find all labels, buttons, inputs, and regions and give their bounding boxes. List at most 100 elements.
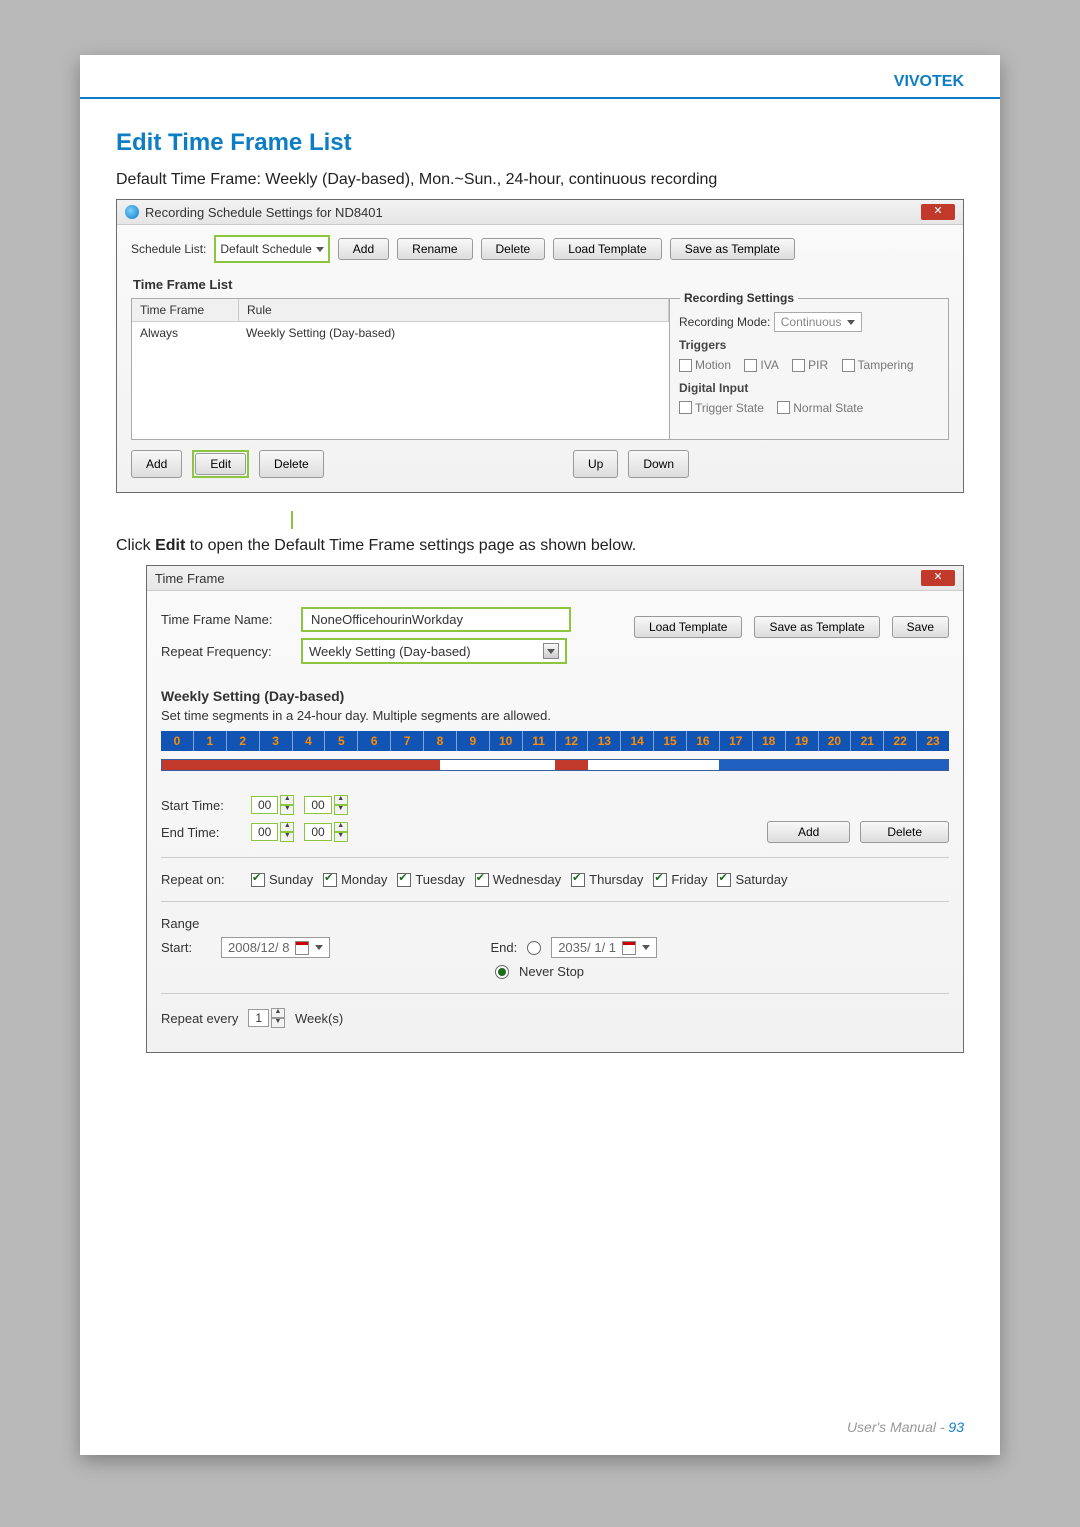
digital-input-row: Trigger State Normal State: [679, 401, 939, 418]
add-segment-button[interactable]: Add: [767, 821, 850, 843]
save-as-template-button[interactable]: Save as Template: [754, 616, 879, 638]
range-start-date[interactable]: 2008/12/ 8: [221, 937, 330, 958]
trigger-motion[interactable]: Motion: [679, 358, 731, 372]
table-row[interactable]: Always Weekly Setting (Day-based): [132, 322, 669, 344]
time-frame-dialog: Time Frame ✕ Time Frame Name: NoneOffice…: [146, 565, 964, 1053]
footer-text: User's Manual -: [847, 1419, 948, 1435]
hour-cell: 17: [720, 731, 753, 751]
save-as-template-button[interactable]: Save as Template: [670, 238, 795, 260]
spin-up-icon[interactable]: ▲: [334, 795, 348, 805]
hour-cell: 9: [457, 731, 490, 751]
di-normal-state[interactable]: Normal State: [777, 401, 863, 415]
edit-time-frame-button[interactable]: Edit: [195, 453, 246, 475]
chevron-down-icon: [642, 945, 650, 950]
save-button[interactable]: Save: [892, 616, 949, 638]
add-time-frame-button[interactable]: Add: [131, 450, 182, 478]
day-checkbox[interactable]: Saturday: [717, 872, 787, 887]
day-checkbox[interactable]: Thursday: [571, 872, 643, 887]
weekly-note: Set time segments in a 24-hour day. Mult…: [161, 708, 949, 723]
spin-down-icon[interactable]: ▼: [271, 1018, 285, 1028]
close-icon[interactable]: ✕: [921, 570, 955, 586]
schedule-list-label: Schedule List:: [131, 242, 206, 256]
trigger-iva[interactable]: IVA: [744, 358, 778, 372]
start-time-label: Start Time:: [161, 798, 241, 813]
edit-highlight: Edit: [192, 450, 249, 478]
day-checkbox[interactable]: Tuesday: [397, 872, 464, 887]
table-header: Time Frame Rule: [132, 299, 669, 322]
day-checkbox[interactable]: Friday: [653, 872, 707, 887]
digital-input-label: Digital Input: [679, 381, 939, 395]
close-icon[interactable]: ✕: [921, 204, 955, 220]
delete-schedule-button[interactable]: Delete: [481, 238, 546, 260]
hour-cell: 7: [391, 731, 424, 751]
time-frame-buttons: Add Edit Delete Up Down: [131, 450, 949, 478]
recording-mode-value: Continuous: [781, 315, 842, 329]
day-checkbox[interactable]: Monday: [323, 872, 387, 887]
hour-cell: 5: [325, 731, 358, 751]
triggers-row: Motion IVA PIR Tampering: [679, 358, 939, 375]
repeat-on-label: Repeat on:: [161, 872, 241, 887]
hour-cell: 19: [786, 731, 819, 751]
start-hour-stepper[interactable]: 00 ▲▼: [251, 795, 294, 815]
timeline-segments[interactable]: [161, 759, 949, 771]
repeat-every-unit: Week(s): [295, 1011, 343, 1026]
hour-cell: 13: [588, 731, 621, 751]
time-frame-list: Time Frame Rule Always Weekly Setting (D…: [131, 298, 949, 440]
hour-cell: 2: [227, 731, 260, 751]
day-checkbox[interactable]: Wednesday: [475, 872, 561, 887]
hour-cell: 0: [161, 731, 194, 751]
move-up-button[interactable]: Up: [573, 450, 618, 478]
page-footer: User's Manual - 93: [847, 1419, 964, 1435]
spin-up-icon[interactable]: ▲: [271, 1008, 285, 1018]
segment-selected: [719, 760, 948, 770]
spin-up-icon[interactable]: ▲: [280, 795, 294, 805]
start-time-row: Start Time: 00 ▲▼ 00 ▲▼: [161, 795, 949, 815]
repeat-frequency-select[interactable]: Weekly Setting (Day-based): [301, 638, 567, 664]
never-stop-radio[interactable]: [495, 965, 509, 979]
range-end-date[interactable]: 2035/ 1/ 1: [551, 937, 657, 958]
footer-page: 93: [948, 1419, 964, 1435]
calendar-icon: [295, 941, 309, 955]
spin-down-icon[interactable]: ▼: [280, 832, 294, 842]
load-template-button[interactable]: Load Template: [634, 616, 743, 638]
dialog2-titlebar: Time Frame ✕: [147, 566, 963, 591]
hour-cell: 16: [687, 731, 720, 751]
spin-down-icon[interactable]: ▼: [334, 832, 348, 842]
spin-down-icon[interactable]: ▼: [280, 805, 294, 815]
col-time-frame: Time Frame: [132, 299, 239, 321]
end-min-stepper[interactable]: 00 ▲▼: [304, 822, 347, 842]
hour-cell: 11: [523, 731, 556, 751]
move-down-button[interactable]: Down: [628, 450, 689, 478]
spin-up-icon[interactable]: ▲: [280, 822, 294, 832]
mid-post: to open the Default Time Frame settings …: [185, 537, 636, 554]
di-trigger-state[interactable]: Trigger State: [679, 401, 764, 415]
hour-cell: 14: [621, 731, 654, 751]
end-date-radio[interactable]: [527, 941, 541, 955]
dialog-titlebar: Recording Schedule Settings for ND8401 ✕: [117, 200, 963, 225]
schedule-list-select[interactable]: Default Schedule: [214, 235, 329, 263]
globe-icon: [125, 205, 139, 219]
delete-time-frame-button[interactable]: Delete: [259, 450, 324, 478]
start-min-stepper[interactable]: 00 ▲▼: [304, 795, 347, 815]
hour-cell: 21: [851, 731, 884, 751]
time-frame-name-input[interactable]: NoneOfficehourinWorkday: [301, 607, 571, 632]
spin-down-icon[interactable]: ▼: [334, 805, 348, 815]
divider: [161, 857, 949, 858]
trigger-tampering[interactable]: Tampering: [842, 358, 914, 372]
hour-cell: 1: [194, 731, 227, 751]
triggers-label: Triggers: [679, 338, 939, 352]
trigger-pir[interactable]: PIR: [792, 358, 828, 372]
recording-mode-select[interactable]: Continuous: [774, 312, 863, 332]
end-hour-stepper[interactable]: 00 ▲▼: [251, 822, 294, 842]
load-template-button[interactable]: Load Template: [553, 238, 662, 260]
delete-segment-button[interactable]: Delete: [860, 821, 949, 843]
day-checkbox[interactable]: Sunday: [251, 872, 313, 887]
add-schedule-button[interactable]: Add: [338, 238, 389, 260]
highlight-arrow-icon: [291, 511, 293, 529]
time-frame-table: Time Frame Rule Always Weekly Setting (D…: [131, 298, 670, 440]
repeat-every-stepper[interactable]: 1 ▲▼: [248, 1008, 285, 1028]
spin-up-icon[interactable]: ▲: [334, 822, 348, 832]
rename-schedule-button[interactable]: Rename: [397, 238, 472, 260]
hour-cell: 10: [490, 731, 523, 751]
chevron-down-icon: [315, 945, 323, 950]
